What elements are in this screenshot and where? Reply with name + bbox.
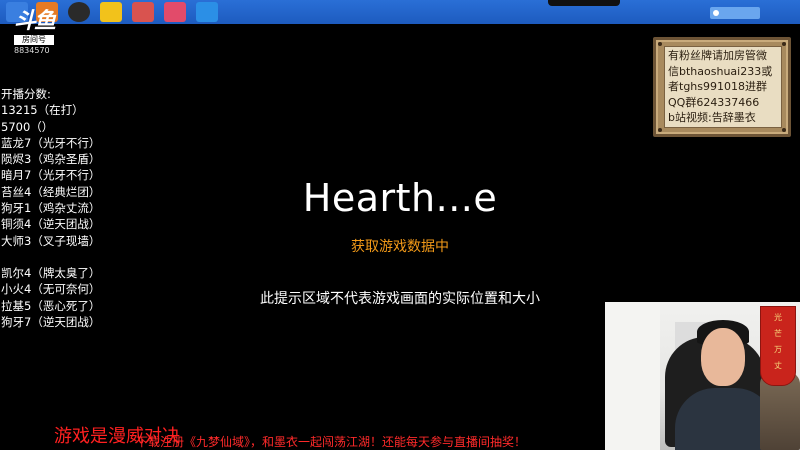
hero-result: 狗牙7（逆天团战）: [1, 314, 101, 329]
tray-status[interactable]: [710, 7, 760, 19]
couplet-char: 丈: [774, 361, 782, 370]
hero-result: 暗月7（光牙不行）: [1, 168, 101, 183]
sign-line: b站视频:告辞墨衣: [668, 111, 756, 124]
app-icon[interactable]: [196, 2, 218, 22]
scoreboard-title: 开播分数:: [1, 87, 51, 101]
hero-result: 苔丝4（经典烂团）: [1, 184, 101, 199]
info-sign: 有粉丝牌请加房管微 信bthaoshuai233或 者tghs991018进群 …: [653, 37, 791, 137]
nail-icon: [782, 42, 786, 46]
couplet-char: 芒: [774, 329, 782, 338]
nail-icon: [658, 42, 662, 46]
hint-text: 此提示区域不代表游戏画面的实际位置和大小: [260, 291, 540, 307]
sign-line: QQ群624337466: [668, 95, 760, 109]
couplet-char: 光: [774, 313, 782, 322]
couplet-char: 万: [774, 345, 782, 354]
taskbar: [0, 0, 800, 24]
room-label: 房间号: [14, 35, 54, 45]
hero-result: 拉基5（恶心死了）: [1, 298, 101, 313]
game-title: Hearth...e: [302, 176, 498, 220]
sign-text: 有粉丝牌请加房管微 信bthaoshuai233或 者tghs991018进群 …: [664, 46, 782, 128]
hero-result: 铜须4（逆天团战）: [1, 217, 101, 232]
loading-status: 获取游戏数据中: [351, 239, 449, 255]
room-number: 8834570: [14, 46, 50, 55]
hero-result: 狗牙1（鸡杂丈流）: [1, 201, 101, 216]
couplet-scroll: 光 芒 万 丈: [760, 306, 796, 386]
nail-icon: [658, 128, 662, 132]
score-line: 13215（在打）: [1, 103, 84, 118]
app-icon[interactable]: [132, 2, 154, 22]
hero-result: 陨烬3（鸡杂圣盾）: [1, 152, 101, 167]
app-icon[interactable]: [164, 2, 186, 22]
scrolling-ad: 下载注册《九梦仙域》，和墨衣一起闯荡江湖！还能每天参与直播间抽奖！: [136, 435, 527, 449]
nail-icon: [782, 128, 786, 132]
hero-result: 小火4（无可奈何）: [1, 282, 101, 297]
room-logo: 斗鱼 房间号 8834570: [14, 10, 58, 56]
scoreboard: 开播分数: 13215（在打） 5700（） 蓝龙7（光牙不行） 陨烬3（鸡杂圣…: [1, 86, 100, 330]
background-shelf: [605, 302, 660, 450]
app-icon[interactable]: [100, 2, 122, 22]
sign-line: 信bthaoshuai233或: [668, 64, 773, 78]
sign-line: 者tghs991018进群: [668, 80, 767, 93]
platform-logo: 斗鱼: [14, 9, 56, 34]
hero-result: 大师3（叉子现墙）: [1, 233, 101, 248]
hero-result: 凯尔4（牌太臭了）: [1, 265, 101, 280]
sign-line: 有粉丝牌请加房管微: [668, 49, 767, 62]
clock-app-icon[interactable]: [68, 2, 90, 22]
hero-result: 蓝龙7（光牙不行）: [1, 135, 101, 150]
search-bar[interactable]: [548, 0, 620, 6]
score-line: 5700（）: [1, 119, 54, 134]
streamer-face: [701, 328, 745, 386]
